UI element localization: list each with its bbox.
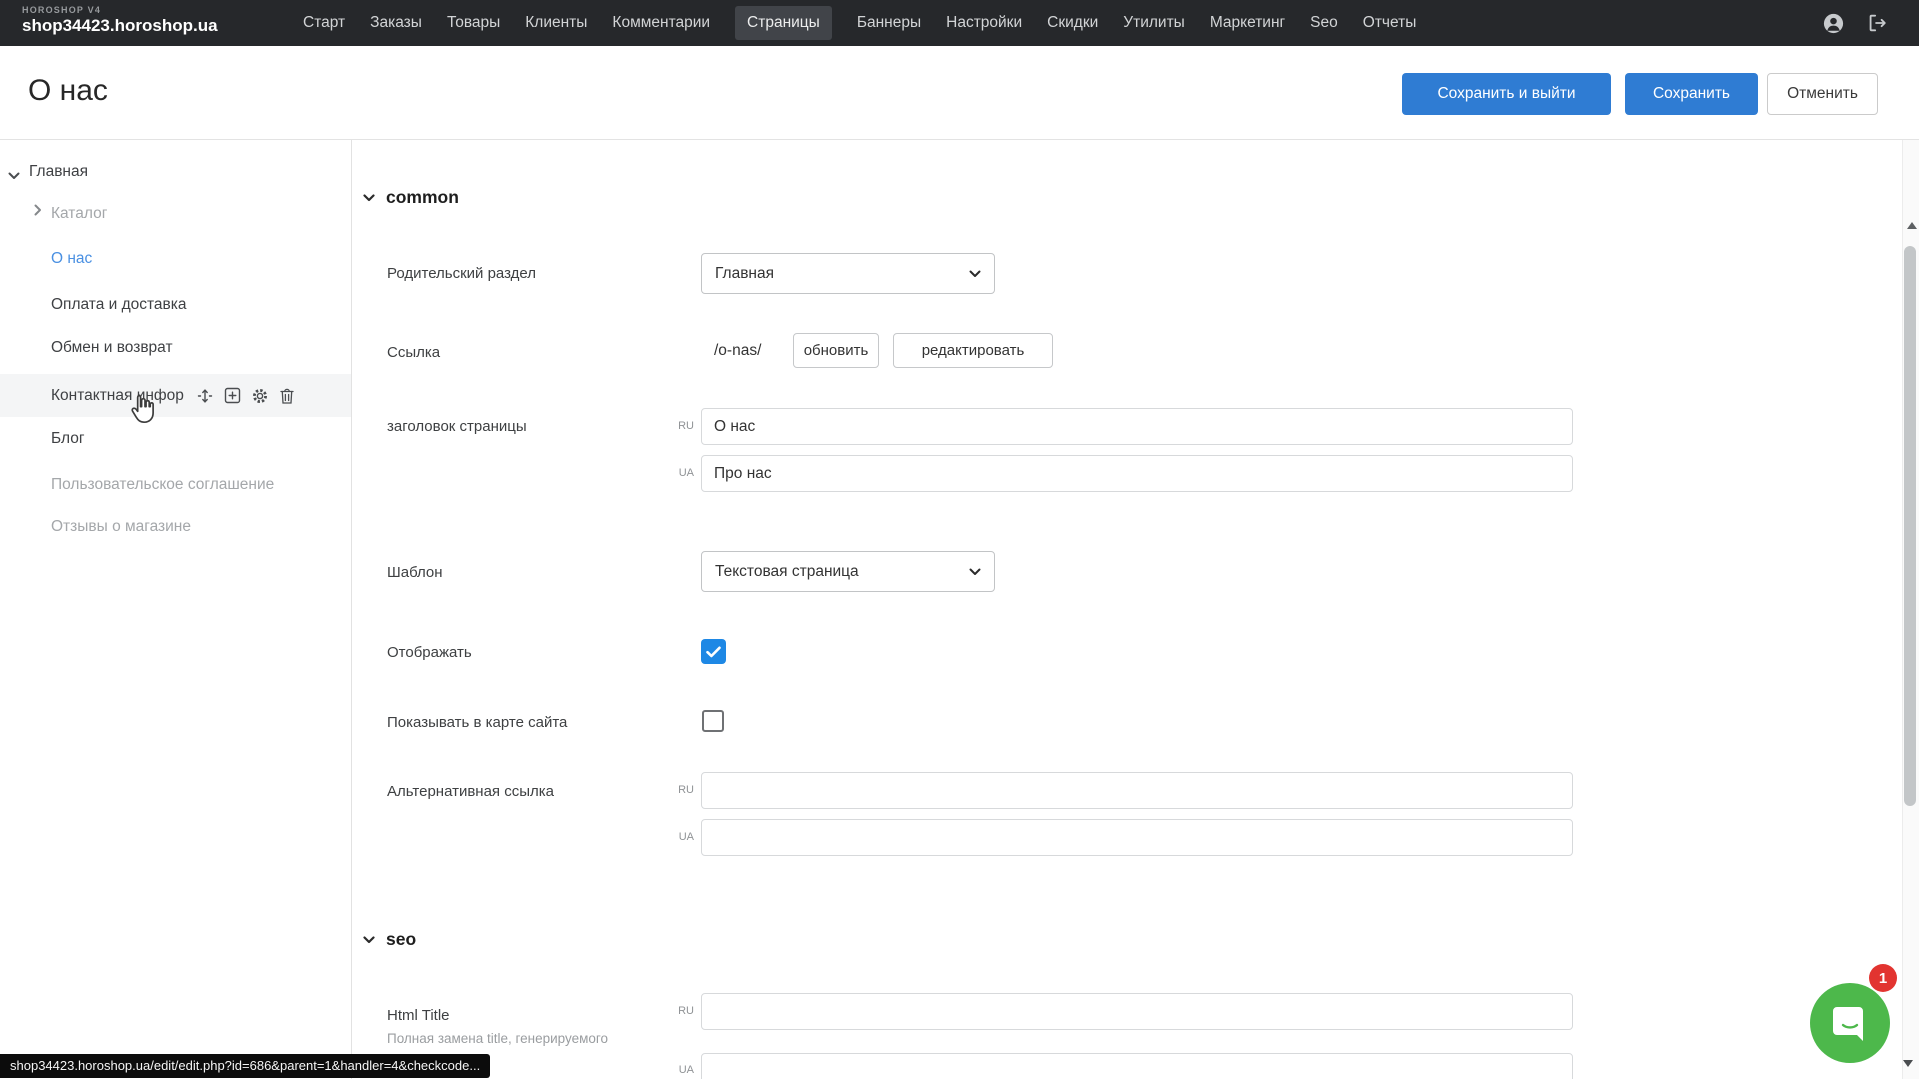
sidebar-item-blog[interactable]: Блог — [51, 430, 85, 448]
cursor-hand-icon — [126, 392, 158, 431]
lang-badge-ru: RU — [664, 420, 694, 432]
nav-item-marketing[interactable]: Маркетинг — [1210, 14, 1285, 32]
chat-unread-badge[interactable]: 1 — [1869, 964, 1897, 992]
scrollbar-down-arrow[interactable] — [1903, 1060, 1913, 1067]
html-title-ru-input[interactable] — [701, 993, 1573, 1030]
sitemap-checkbox[interactable] — [702, 710, 724, 732]
section-seo[interactable]: seo — [363, 929, 416, 950]
add-icon[interactable] — [224, 387, 241, 404]
lang-badge-ru: RU — [664, 784, 694, 796]
section-common-label: common — [386, 187, 459, 208]
sidebar-item-contact-info[interactable]: Контактная инфор — [0, 374, 351, 417]
sidebar-item-catalog[interactable]: Каталог — [51, 205, 107, 223]
alt-link-label: Альтернативная ссылка — [387, 783, 554, 800]
nav-item-comments[interactable]: Комментарии — [612, 14, 710, 32]
template-label: Шаблон — [387, 564, 443, 581]
alt-link-ua-input[interactable] — [701, 819, 1573, 856]
nav-item-banners[interactable]: Баннеры — [857, 14, 921, 32]
section-common[interactable]: common — [363, 187, 459, 208]
nav-item-seo[interactable]: Seo — [1310, 14, 1338, 32]
html-title-hint: Полная замена title, генерируемого — [387, 1031, 608, 1046]
lang-badge-ua: UA — [664, 831, 694, 843]
sidebar-divider — [351, 140, 352, 1079]
account-icon[interactable] — [1822, 12, 1845, 35]
sidebar-item-root[interactable]: Главная — [29, 163, 88, 181]
save-button[interactable]: Сохранить — [1625, 73, 1758, 115]
sidebar-item-payment-delivery[interactable]: Оплата и доставка — [51, 296, 187, 314]
move-icon[interactable] — [196, 387, 214, 405]
html-title-ua-input[interactable] — [701, 1053, 1573, 1079]
display-checkbox[interactable] — [701, 639, 726, 664]
link-path: /o-nas/ — [714, 342, 761, 360]
parent-section-value: Главная — [715, 265, 774, 283]
nav-item-utilities[interactable]: Утилиты — [1123, 14, 1185, 32]
nav-item-start[interactable]: Старт — [303, 14, 345, 32]
chevron-right-icon[interactable] — [34, 203, 42, 221]
scrollbar-thumb[interactable] — [1904, 246, 1916, 806]
sidebar-item-store-reviews[interactable]: Отзывы о магазине — [51, 518, 191, 536]
nav-item-products[interactable]: Товары — [447, 14, 500, 32]
lang-badge-ru: RU — [664, 1005, 694, 1017]
nav-item-discounts[interactable]: Скидки — [1047, 14, 1098, 32]
brand-logo[interactable]: HOROSHOP V4 shop34423.horoshop.ua — [22, 5, 218, 36]
topbar: HOROSHOP V4 shop34423.horoshop.ua Старт … — [0, 0, 1919, 46]
settings-gear-icon[interactable] — [251, 387, 269, 405]
nav-item-orders[interactable]: Заказы — [370, 14, 422, 32]
sidebar-item-exchange-return[interactable]: Обмен и возврат — [51, 339, 173, 357]
sidebar-item-user-agreement[interactable]: Пользовательское соглашение — [51, 476, 274, 494]
nav-item-reports[interactable]: Отчеты — [1363, 14, 1417, 32]
tree-item-actions — [196, 387, 295, 405]
template-select[interactable]: Текстовая страница — [701, 551, 995, 592]
chat-bubble-icon — [1829, 1003, 1871, 1043]
nav-item-pages[interactable]: Страницы — [735, 6, 832, 40]
scrollbar-up-arrow[interactable] — [1907, 222, 1917, 229]
lang-badge-ua: UA — [664, 1064, 694, 1076]
save-and-exit-button[interactable]: Сохранить и выйти — [1402, 73, 1611, 115]
link-update-button[interactable]: обновить — [793, 333, 879, 368]
display-label: Отображать — [387, 644, 472, 661]
parent-section-label: Родительский раздел — [387, 265, 536, 282]
nav-item-clients[interactable]: Клиенты — [525, 14, 587, 32]
checkmark-icon — [706, 646, 721, 658]
nav-item-settings[interactable]: Настройки — [946, 14, 1022, 32]
cancel-button[interactable]: Отменить — [1767, 73, 1878, 115]
section-seo-label: seo — [386, 929, 416, 950]
chevron-down-icon — [969, 270, 981, 278]
chevron-down-icon[interactable] — [8, 167, 20, 185]
parent-section-select[interactable]: Главная — [701, 253, 995, 294]
link-label: Ссылка — [387, 344, 440, 361]
sitemap-label: Показывать в карте сайта — [387, 714, 567, 731]
delete-trash-icon[interactable] — [279, 387, 295, 405]
template-value: Текстовая страница — [715, 563, 859, 581]
sidebar-item-about[interactable]: О нас — [51, 250, 92, 268]
alt-link-ru-input[interactable] — [701, 772, 1573, 809]
page-title-ua-input[interactable] — [701, 455, 1573, 492]
brand-version: HOROSHOP V4 — [22, 5, 218, 15]
html-title-label: Html Title — [387, 1007, 450, 1024]
page-title-field-label: заголовок страницы — [387, 418, 527, 435]
chat-widget-button[interactable] — [1810, 983, 1890, 1063]
link-edit-button[interactable]: редактировать — [893, 333, 1053, 368]
chevron-down-icon — [969, 568, 981, 576]
status-url-bar: shop34423.horoshop.ua/edit/edit.php?id=6… — [0, 1054, 490, 1078]
brand-domain: shop34423.horoshop.ua — [22, 16, 218, 36]
page-title: О нас — [28, 74, 108, 108]
header-divider — [0, 139, 1919, 140]
chevron-down-icon — [363, 194, 375, 202]
topbar-icons — [1822, 0, 1888, 46]
top-navigation: Старт Заказы Товары Клиенты Комментарии … — [303, 0, 1416, 46]
logout-icon[interactable] — [1866, 12, 1888, 34]
page-title-ru-input[interactable] — [701, 408, 1573, 445]
sidebar-item-label: Контактная инфор — [51, 387, 184, 405]
chevron-down-icon — [363, 936, 375, 944]
lang-badge-ua: UA — [664, 467, 694, 479]
